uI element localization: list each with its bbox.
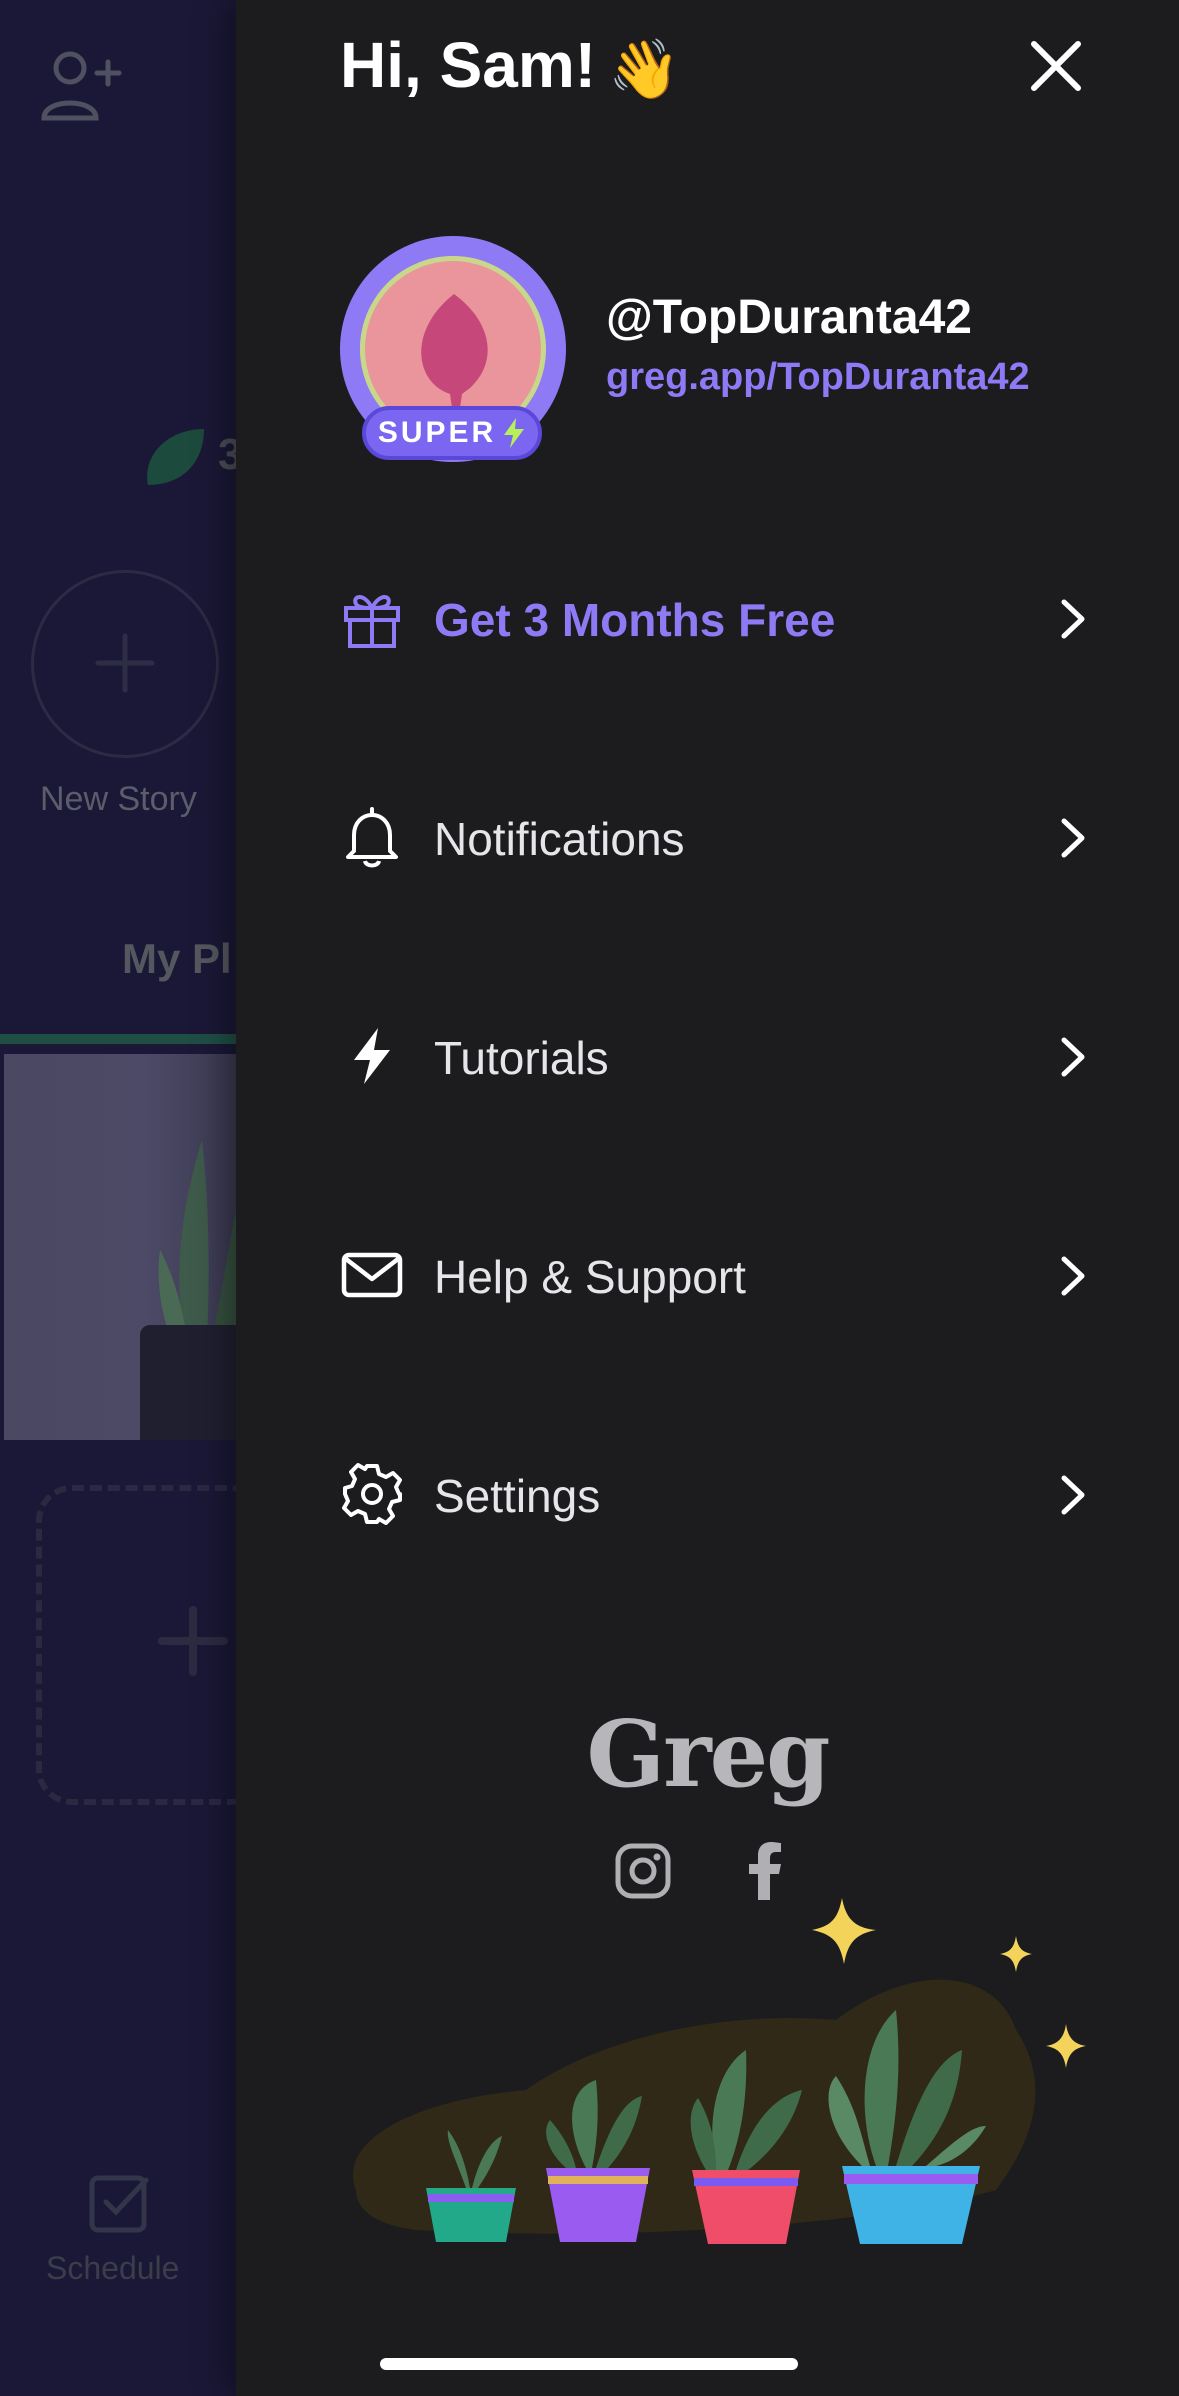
menu-item-tutorials[interactable]: Tutorials xyxy=(340,1001,1100,1111)
menu-item-label: Settings xyxy=(434,1470,601,1522)
plant-pot xyxy=(140,1325,240,1440)
bolt-icon xyxy=(354,1028,390,1084)
bell-icon xyxy=(346,807,398,868)
super-badge: SUPER xyxy=(362,406,542,460)
chevron-right-icon xyxy=(1061,599,1085,639)
plus-icon xyxy=(95,633,155,693)
profile-link[interactable]: greg.app/TopDuranta42 xyxy=(606,356,1030,399)
menu-item-label: Help & Support xyxy=(434,1251,746,1303)
gift-icon xyxy=(344,595,400,648)
username: @TopDuranta42 xyxy=(606,291,972,344)
sparkle-icon xyxy=(812,1898,876,1964)
chevron-right-icon xyxy=(1061,1256,1085,1296)
sparkle-icon xyxy=(1046,2024,1086,2068)
menu-item-label: Tutorials xyxy=(434,1032,609,1084)
schedule-icon[interactable] xyxy=(88,2170,152,2234)
gear-icon xyxy=(342,1463,402,1525)
menu-item-label: Notifications xyxy=(434,813,685,865)
envelope-icon xyxy=(341,1252,403,1298)
home-indicator xyxy=(380,2358,798,2370)
leaf-icon xyxy=(421,294,488,408)
bolt-icon xyxy=(504,418,525,448)
avatar[interactable]: SUPER xyxy=(340,236,566,462)
tab-my-plants[interactable]: My Pl xyxy=(122,935,232,983)
menu-item-notifications[interactable]: Notifications xyxy=(340,782,1100,892)
add-plant-button[interactable] xyxy=(36,1485,266,1805)
new-story-label: New Story xyxy=(40,780,197,818)
chevron-right-icon xyxy=(1061,818,1085,858)
plus-icon xyxy=(158,1606,228,1676)
waving-hand-icon: 👋 xyxy=(608,37,681,103)
schedule-label[interactable]: Schedule xyxy=(46,2250,179,2287)
tab-underline xyxy=(0,1034,240,1044)
chevron-right-icon xyxy=(1061,1475,1085,1515)
menu-item-label: Get 3 Months Free xyxy=(434,594,836,646)
super-badge-label: SUPER xyxy=(377,416,497,449)
side-drawer: Hi, Sam! 👋 SUPER @TopDuranta42 greg.app/T… xyxy=(236,0,1179,2396)
add-friend-icon[interactable] xyxy=(38,46,128,126)
potted-plants-illustration xyxy=(352,1898,1086,2244)
sparkle-icon xyxy=(1000,1936,1032,1972)
close-icon[interactable] xyxy=(1026,36,1086,96)
greeting-heading: Hi, Sam! 👋 xyxy=(340,28,680,104)
chevron-right-icon xyxy=(1061,1037,1085,1077)
leaf-icon xyxy=(147,429,204,485)
menu-item-settings[interactable]: Settings xyxy=(340,1439,1100,1549)
greeting-text: Hi, Sam! xyxy=(340,29,597,101)
menu-item-get-3-months-free[interactable]: Get 3 Months Free xyxy=(340,563,1100,673)
brand-logo: Greg xyxy=(586,1700,831,1808)
menu-item-help-support[interactable]: Help & Support xyxy=(340,1220,1100,1330)
